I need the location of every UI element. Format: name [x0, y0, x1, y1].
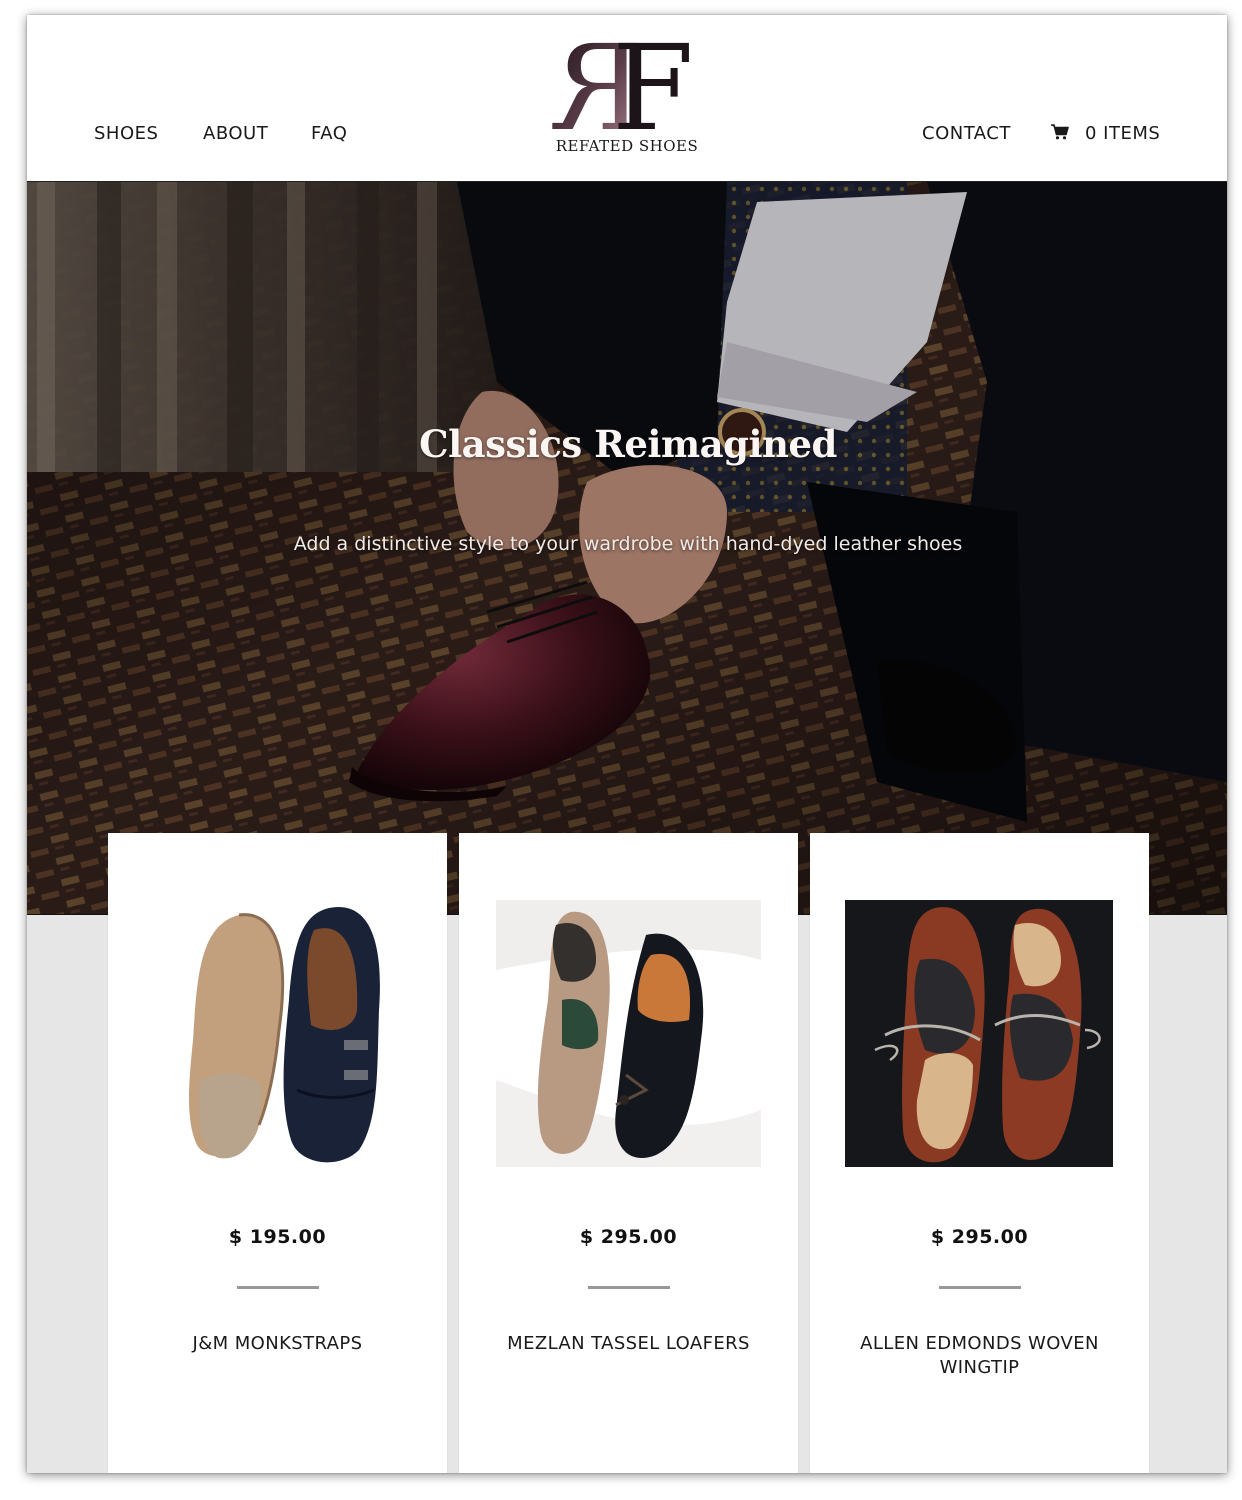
- browser-page: SHOES ABOUT FAQ R F REFATED SHOES CONTAC…: [27, 15, 1227, 1473]
- site-logo[interactable]: R F REFATED SHOES: [537, 29, 717, 169]
- product-name[interactable]: J&M MONKSTRAPS: [128, 1332, 427, 1356]
- logo-text: REFATED SHOES: [555, 137, 699, 155]
- svg-text:F: F: [612, 29, 694, 137]
- product-card[interactable]: $ 195.00 J&M MONKSTRAPS: [108, 833, 447, 1473]
- product-card[interactable]: $ 295.00 MEZLAN TASSEL LOAFERS: [459, 833, 798, 1473]
- product-image-tassel-loafers[interactable]: [496, 900, 761, 1167]
- cart-link[interactable]: 0 ITEMS: [1051, 123, 1160, 144]
- nav-about[interactable]: ABOUT: [203, 123, 268, 144]
- product-price: $ 295.00: [579, 1226, 678, 1248]
- card-divider: [939, 1286, 1021, 1289]
- product-card[interactable]: $ 295.00 ALLEN EDMONDS WOVEN WINGTIP: [810, 833, 1149, 1473]
- nav-shoes[interactable]: SHOES: [94, 123, 158, 144]
- product-price: $ 195.00: [228, 1226, 327, 1248]
- hero-title: Classics Reimagined: [419, 422, 837, 466]
- product-name[interactable]: ALLEN EDMONDS WOVEN WINGTIP: [830, 1332, 1129, 1380]
- hero-banner: Classics Reimagined Add a distinctive st…: [27, 182, 1227, 915]
- nav-faq[interactable]: FAQ: [311, 123, 347, 144]
- logo-monogram: R F: [552, 29, 694, 137]
- nav-contact[interactable]: CONTACT: [922, 123, 1011, 144]
- product-price: $ 295.00: [930, 1226, 1029, 1248]
- product-image-monkstraps[interactable]: [179, 900, 447, 1167]
- product-name[interactable]: MEZLAN TASSEL LOAFERS: [479, 1332, 778, 1356]
- card-divider: [237, 1286, 319, 1289]
- hero-subtitle: Add a distinctive style to your wardrobe…: [293, 533, 963, 555]
- site-header: SHOES ABOUT FAQ R F REFATED SHOES CONTAC…: [27, 15, 1227, 182]
- card-divider: [588, 1286, 670, 1289]
- cart-count: 0 ITEMS: [1085, 123, 1161, 144]
- product-image-wingtip[interactable]: [845, 900, 1113, 1167]
- shopping-cart-icon: [1051, 123, 1069, 144]
